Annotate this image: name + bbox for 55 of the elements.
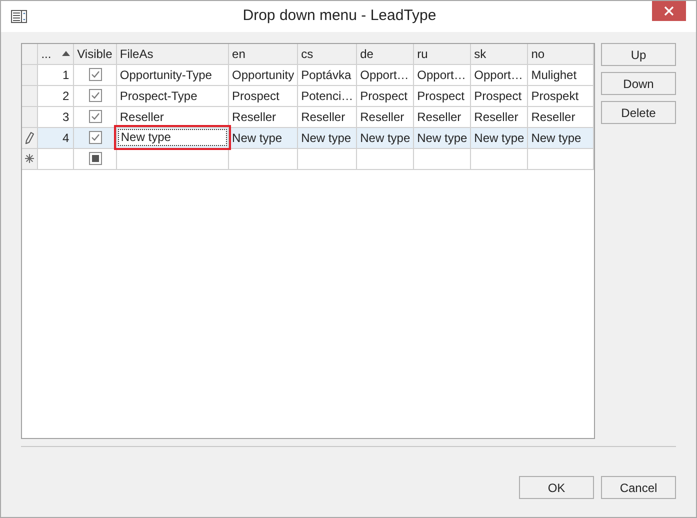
table-cell-text: Reseller [300, 108, 346, 126]
row-number: 2 [62, 88, 70, 102]
table-cell-text: Prospect [416, 88, 466, 104]
checkbox[interactable] [88, 68, 102, 81]
checkbox[interactable] [88, 110, 102, 123]
column-header[interactable]: sk [474, 46, 486, 61]
checkbox[interactable] [88, 152, 102, 165]
table-cell-text: New type [359, 130, 412, 146]
table-cell-text: Reseller [530, 108, 576, 126]
table-cell-text: Opport… [416, 66, 467, 84]
table-cell-text: Potenci… [300, 88, 354, 104]
close-button[interactable] [652, 1, 686, 21]
checkbox[interactable] [88, 131, 102, 144]
table-cell-text: Prospect [473, 88, 523, 104]
table-cell-text: Reseller [473, 108, 520, 126]
column-header[interactable]: de [360, 46, 374, 61]
table-cell-text: New type [473, 130, 526, 146]
form-icon[interactable] [11, 10, 27, 23]
table-cell-text: Reseller [416, 108, 462, 126]
side-button[interactable]: Down [601, 72, 676, 95]
table-cell-text: Reseller [359, 108, 406, 126]
window-title: Drop down menu - LeadType [242, 6, 438, 26]
dialog-button[interactable]: Cancel [601, 476, 676, 499]
table-cell-text: Poptávka [300, 66, 352, 84]
column-header[interactable]: FileAs [120, 46, 154, 61]
table-cell-text: New type [231, 130, 284, 146]
row-number: 3 [62, 110, 70, 124]
column-header[interactable]: ru [417, 46, 428, 61]
table-cell-text: Reseller [231, 108, 278, 126]
table-cell-text: Mulighet [530, 66, 578, 84]
table-cell-text: Opport… [359, 66, 410, 84]
table-cell-text: New type [300, 130, 352, 146]
table-cell-text: New type [416, 130, 468, 146]
table-cell-text: Prospect-Type [118, 88, 198, 104]
dialog-button[interactable]: OK [519, 476, 594, 499]
side-button[interactable]: Up [601, 43, 676, 66]
new-row-icon [25, 154, 34, 163]
row-number: 4 [62, 130, 70, 144]
table-cell-text: Prospect [359, 88, 408, 104]
table-cell-text: Prospekt [530, 88, 580, 104]
table-cell-text: Opportunity-Type [118, 66, 213, 84]
table-cell-text: Opportunity [231, 66, 296, 84]
column-header[interactable]: cs [301, 46, 314, 61]
checkbox[interactable] [88, 89, 102, 102]
column-header[interactable]: Visible [77, 46, 112, 61]
table-cell-text: New type [530, 130, 582, 146]
column-header[interactable]: no [531, 46, 545, 61]
side-button[interactable]: Delete [601, 101, 676, 124]
close-icon [664, 6, 674, 16]
table-cell-text: Opport… [473, 66, 524, 84]
column-header[interactable]: ... [41, 44, 52, 63]
table-cell-text: Reseller [118, 108, 165, 126]
column-header[interactable]: en [232, 46, 246, 61]
table-cell-text: Prospect [231, 88, 280, 104]
row-number: 1 [62, 68, 70, 82]
